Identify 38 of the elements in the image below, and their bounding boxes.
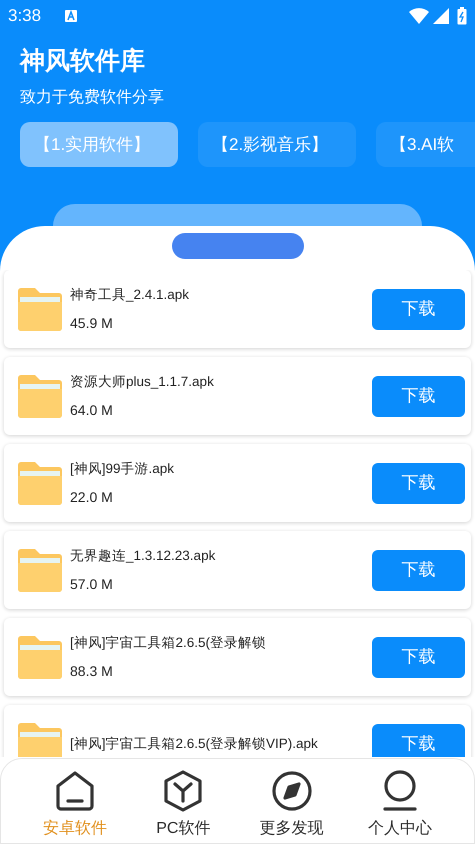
signal-icon (433, 8, 449, 24)
app-subtitle: 致力于免费软件分享 (20, 88, 165, 108)
folder-icon (16, 461, 64, 505)
file-size: 45.9 M (70, 314, 114, 332)
category-tab[interactable]: 【1.实用软件】 (20, 122, 178, 167)
file-name: [神风]宇宙工具箱2.6.5(登录解锁VIP).apk (70, 735, 319, 753)
wifi-icon (409, 8, 429, 24)
battery-icon (457, 7, 467, 25)
download-button[interactable]: 下载 (372, 376, 465, 416)
file-size: 22.0 M (70, 488, 114, 506)
file-name: 无界趣连_1.3.12.23.apk (70, 547, 216, 565)
file-name: [神风]宇宙工具箱2.6.5(登录解锁 (70, 634, 268, 652)
folder-icon (16, 287, 64, 331)
nav-tab[interactable]: 更多发现 (238, 769, 346, 843)
nav-tab[interactable]: 安卓软件 (21, 769, 130, 843)
app-title: 神风软件库 (20, 46, 146, 77)
compass-icon (270, 769, 314, 813)
download-button[interactable]: 下载 (372, 462, 465, 504)
nav-tab[interactable]: 个人中心 (346, 769, 454, 843)
download-button[interactable]: 下载 (372, 724, 465, 757)
download-button[interactable]: 下载 (372, 288, 465, 330)
file-size: 57.0 M (70, 575, 114, 593)
folder-icon (16, 374, 64, 418)
file-size: 88.3 M (70, 662, 114, 680)
category-tab[interactable]: 【3.AI软 (376, 122, 475, 167)
file-size: 64.0 M (70, 401, 114, 419)
category-tab[interactable]: 【2.影视音乐】 (198, 122, 356, 167)
file-name: 神奇工具_2.4.1.apk (70, 286, 190, 304)
folder-icon (16, 635, 64, 679)
file-name: [神风]99手游.apk (70, 460, 176, 478)
download-button[interactable]: 下载 (372, 636, 465, 678)
keyboard-icon (65, 10, 78, 22)
folder-icon (16, 548, 64, 592)
status-time: 3:38 (8, 5, 42, 28)
file-name: 资源大师plus_1.1.7.apk (70, 373, 215, 391)
download-button[interactable]: 下载 (372, 550, 465, 590)
nav-tab[interactable]: PC软件 (129, 769, 238, 843)
folder-icon (16, 722, 64, 757)
